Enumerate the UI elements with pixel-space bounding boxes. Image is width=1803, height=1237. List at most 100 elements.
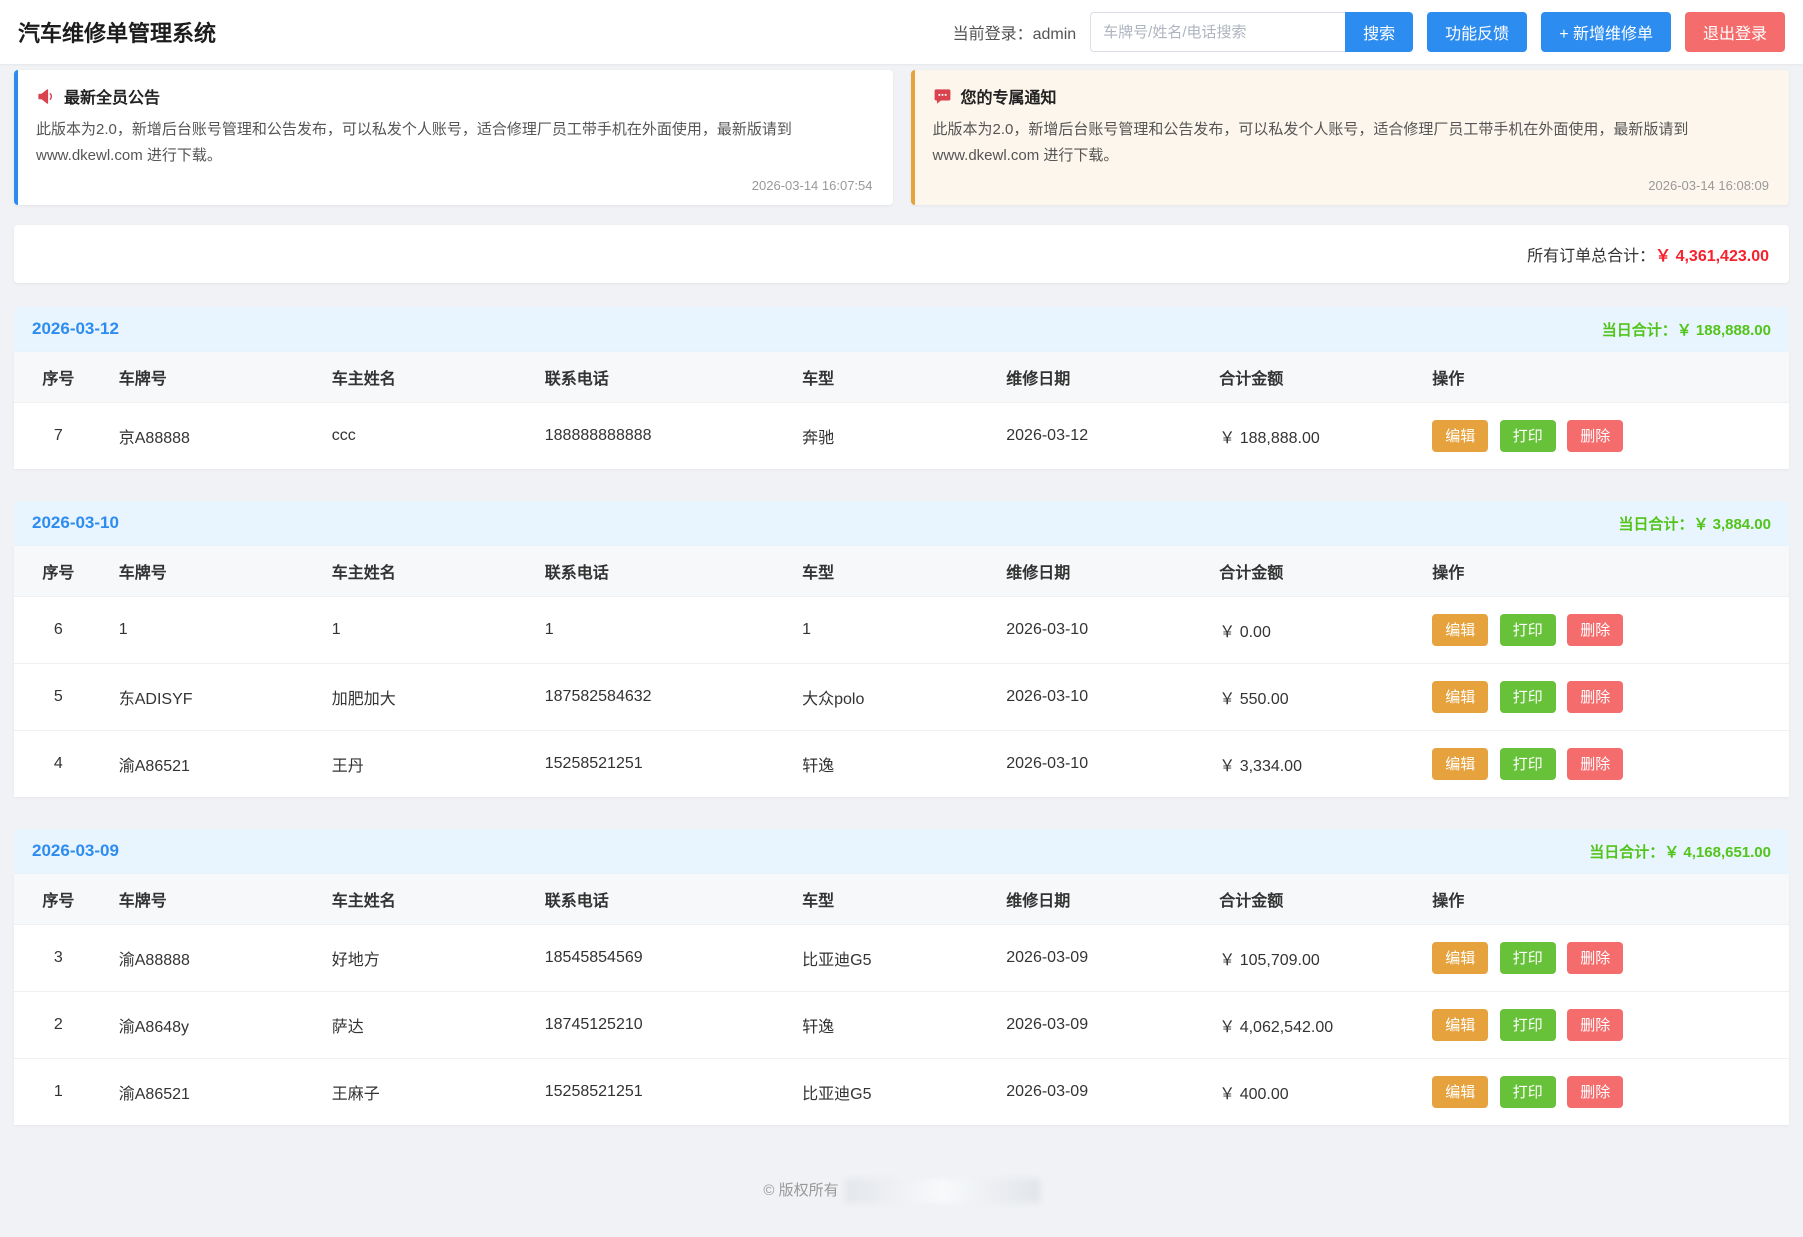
- search-input[interactable]: [1090, 12, 1345, 52]
- search-group: 搜索: [1090, 12, 1413, 52]
- logout-button[interactable]: 退出登录: [1685, 12, 1785, 52]
- column-header: 操作: [1416, 352, 1789, 403]
- feedback-button[interactable]: 功能反馈: [1427, 12, 1527, 52]
- date-group: 2026-03-09 当日合计：￥ 4,168,651.00 序号车牌号车主姓名…: [14, 829, 1789, 1125]
- edit-button[interactable]: 编辑: [1432, 942, 1488, 974]
- notice-row: 最新全员公告 此版本为2.0，新增后台账号管理和公告发布，可以私发个人账号，适合…: [14, 70, 1789, 205]
- search-button[interactable]: 搜索: [1345, 12, 1413, 52]
- date-group: 2026-03-10 当日合计：￥ 3,884.00 序号车牌号车主姓名联系电话…: [14, 501, 1789, 797]
- table-row: 2 渝A8648y 萨达 18745125210 轩逸 2026-03-09 ￥…: [14, 991, 1789, 1058]
- cell-actions: 编辑 打印 删除: [1416, 1058, 1789, 1125]
- column-header: 车牌号: [103, 874, 316, 925]
- current-user-name: admin: [1033, 26, 1077, 43]
- add-repair-order-button[interactable]: + 新增维修单: [1541, 12, 1671, 52]
- column-header: 车型: [786, 874, 990, 925]
- column-header: 联系电话: [529, 352, 786, 403]
- cell-actions: 编辑 打印 删除: [1416, 596, 1789, 663]
- edit-button[interactable]: 编辑: [1432, 614, 1488, 646]
- cell-plate: 京A88888: [103, 402, 316, 469]
- table-header-row: 序号车牌号车主姓名联系电话车型维修日期合计金额操作: [14, 352, 1789, 403]
- grand-total-label: 所有订单总合计：: [1527, 248, 1655, 265]
- print-button[interactable]: 打印: [1500, 1076, 1556, 1108]
- cell-phone: 1: [529, 596, 786, 663]
- announcement-body: 此版本为2.0，新增后台账号管理和公告发布，可以私发个人账号，适合修理厂员工带手…: [36, 117, 873, 170]
- print-button[interactable]: 打印: [1500, 420, 1556, 452]
- edit-button[interactable]: 编辑: [1432, 1076, 1488, 1108]
- cell-owner: 好地方: [316, 924, 529, 991]
- print-button[interactable]: 打印: [1500, 614, 1556, 646]
- column-header: 维修日期: [990, 874, 1203, 925]
- orders-table: 序号车牌号车主姓名联系电话车型维修日期合计金额操作 7 京A88888 ccc …: [14, 352, 1789, 469]
- daily-total: 当日合计：￥ 4,168,651.00: [1589, 841, 1771, 862]
- cell-owner: ccc: [316, 402, 529, 469]
- delete-button[interactable]: 删除: [1567, 1009, 1623, 1041]
- print-button[interactable]: 打印: [1500, 681, 1556, 713]
- announcement-title-row: 最新全员公告: [36, 84, 873, 108]
- date-group-header: 2026-03-10 当日合计：￥ 3,884.00: [14, 501, 1789, 546]
- column-header: 车主姓名: [316, 874, 529, 925]
- daily-total: 当日合计：￥ 3,884.00: [1618, 513, 1771, 534]
- cell-phone: 187582584632: [529, 663, 786, 730]
- cell-phone: 15258521251: [529, 1058, 786, 1125]
- column-header: 维修日期: [990, 352, 1203, 403]
- order-groups: 2026-03-12 当日合计：￥ 188,888.00 序号车牌号车主姓名联系…: [14, 307, 1789, 1125]
- delete-button[interactable]: 删除: [1567, 748, 1623, 780]
- cell-owner: 加肥加大: [316, 663, 529, 730]
- column-header: 车主姓名: [316, 546, 529, 597]
- cell-plate: 1: [103, 596, 316, 663]
- cell-actions: 编辑 打印 删除: [1416, 991, 1789, 1058]
- orders-table: 序号车牌号车主姓名联系电话车型维修日期合计金额操作 3 渝A88888 好地方 …: [14, 874, 1789, 1125]
- cell-amount: ￥ 3,334.00: [1203, 730, 1416, 797]
- copyright-text: © 版权所有: [763, 1182, 838, 1199]
- cell-phone: 18745125210: [529, 991, 786, 1058]
- blurred-text: [845, 1179, 1040, 1203]
- column-header: 车牌号: [103, 352, 316, 403]
- cell-model: 比亚迪G5: [786, 924, 990, 991]
- cell-repair-date: 2026-03-09: [990, 924, 1203, 991]
- delete-button[interactable]: 删除: [1567, 681, 1623, 713]
- cell-actions: 编辑 打印 删除: [1416, 663, 1789, 730]
- table-row: 4 渝A86521 王丹 15258521251 轩逸 2026-03-10 ￥…: [14, 730, 1789, 797]
- personal-notice-title: 您的专属通知: [961, 84, 1057, 108]
- delete-button[interactable]: 删除: [1567, 1076, 1623, 1108]
- column-header: 车型: [786, 546, 990, 597]
- edit-button[interactable]: 编辑: [1432, 681, 1488, 713]
- column-header: 操作: [1416, 546, 1789, 597]
- personal-notice-title-row: 您的专属通知: [933, 84, 1770, 108]
- delete-button[interactable]: 删除: [1567, 942, 1623, 974]
- cell-model: 1: [786, 596, 990, 663]
- header-actions: 当前登录：admin 搜索 功能反馈 + 新增维修单 退出登录: [953, 12, 1785, 52]
- chat-bubble-icon: [933, 87, 952, 106]
- print-button[interactable]: 打印: [1500, 748, 1556, 780]
- group-date: 2026-03-10: [32, 513, 119, 533]
- cell-model: 大众polo: [786, 663, 990, 730]
- edit-button[interactable]: 编辑: [1432, 748, 1488, 780]
- group-date: 2026-03-09: [32, 841, 119, 861]
- edit-button[interactable]: 编辑: [1432, 420, 1488, 452]
- orders-table: 序号车牌号车主姓名联系电话车型维修日期合计金额操作 6 1 1 1 1 2026…: [14, 546, 1789, 797]
- current-user-label: 当前登录：: [953, 26, 1033, 43]
- cell-repair-date: 2026-03-12: [990, 402, 1203, 469]
- cell-plate: 渝A88888: [103, 924, 316, 991]
- cell-repair-date: 2026-03-10: [990, 663, 1203, 730]
- cell-seq: 2: [14, 991, 103, 1058]
- print-button[interactable]: 打印: [1500, 1009, 1556, 1041]
- column-header: 车主姓名: [316, 352, 529, 403]
- cell-amount: ￥ 0.00: [1203, 596, 1416, 663]
- cell-plate: 东ADISYF: [103, 663, 316, 730]
- column-header: 序号: [14, 546, 103, 597]
- table-header-row: 序号车牌号车主姓名联系电话车型维修日期合计金额操作: [14, 546, 1789, 597]
- table-row: 3 渝A88888 好地方 18545854569 比亚迪G5 2026-03-…: [14, 924, 1789, 991]
- print-button[interactable]: 打印: [1500, 942, 1556, 974]
- date-group: 2026-03-12 当日合计：￥ 188,888.00 序号车牌号车主姓名联系…: [14, 307, 1789, 469]
- personal-notice-card: 您的专属通知 此版本为2.0，新增后台账号管理和公告发布，可以私发个人账号，适合…: [911, 70, 1790, 205]
- delete-button[interactable]: 删除: [1567, 420, 1623, 452]
- table-header-row: 序号车牌号车主姓名联系电话车型维修日期合计金额操作: [14, 874, 1789, 925]
- cell-amount: ￥ 188,888.00: [1203, 402, 1416, 469]
- personal-notice-body: 此版本为2.0，新增后台账号管理和公告发布，可以私发个人账号，适合修理厂员工带手…: [933, 117, 1770, 170]
- delete-button[interactable]: 删除: [1567, 614, 1623, 646]
- edit-button[interactable]: 编辑: [1432, 1009, 1488, 1041]
- cell-model: 轩逸: [786, 991, 990, 1058]
- cell-phone: 15258521251: [529, 730, 786, 797]
- cell-repair-date: 2026-03-10: [990, 596, 1203, 663]
